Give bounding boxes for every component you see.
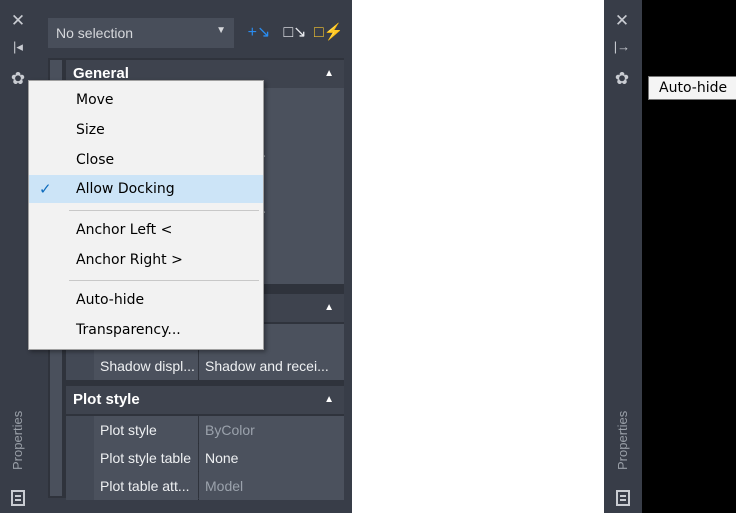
menu-item-auto-hide[interactable]: Auto-hide: [29, 286, 263, 314]
menu-item-label: Anchor Right >: [76, 252, 183, 268]
row-value[interactable]: ByColor: [199, 416, 344, 444]
row-name: Shadow displ...: [94, 352, 198, 380]
menu-item-label: Allow Docking: [76, 181, 175, 197]
menu-separator: [69, 210, 259, 211]
palette-context-menu: Move Size Close ✓ Allow Docking Anchor L…: [28, 80, 264, 350]
collapse-icon[interactable]: ▲: [324, 386, 334, 414]
menu-separator: [69, 280, 259, 281]
row-indent: [66, 444, 94, 472]
collapse-icon[interactable]: ▲: [324, 60, 334, 88]
property-row-plot-style[interactable]: Plot style ByColor: [66, 416, 344, 444]
menu-item-size[interactable]: Size: [29, 116, 263, 144]
menu-item-transparency[interactable]: Transparency...: [29, 316, 263, 344]
section-plot-style[interactable]: Plot style ▲: [66, 386, 344, 414]
row-name: Plot style table: [94, 444, 198, 472]
close-icon[interactable]: ✕: [6, 10, 30, 32]
palette-title-strip[interactable]: ✕ |→ ✿ Properties: [604, 0, 642, 513]
menu-item-close[interactable]: Close: [29, 146, 263, 174]
select-objects-icon[interactable]: □↘: [282, 21, 308, 45]
row-name: Plot table att...: [94, 472, 198, 500]
selection-dropdown[interactable]: No selection ▼: [48, 18, 234, 48]
section-plot-style-title: Plot style: [73, 391, 140, 408]
row-indent: [66, 352, 94, 380]
properties-palette-icon: [616, 490, 630, 506]
palette-title: Properties: [615, 410, 630, 470]
row-value[interactable]: Model: [199, 472, 344, 500]
menu-item-anchor-left[interactable]: Anchor Left <: [29, 216, 263, 244]
properties-palette-autohidden: ✕ |→ ✿ Properties Auto-hide: [604, 0, 736, 513]
settings-icon[interactable]: ✿: [6, 68, 30, 90]
property-row-shadow-display[interactable]: Shadow displ... Shadow and recei...: [66, 352, 344, 380]
row-indent: [66, 416, 94, 444]
menu-item-label: Move: [76, 92, 114, 108]
quickselect-icon[interactable]: +↘: [246, 21, 272, 45]
collapse-icon[interactable]: ▲: [324, 294, 334, 322]
menu-item-move[interactable]: Move: [29, 86, 263, 114]
properties-palette-floating: ✕ |◂ ✿ Properties No selection ▼ +↘ □↘ □…: [0, 0, 352, 513]
chevron-down-icon: ▼: [216, 25, 226, 36]
row-value[interactable]: None: [199, 444, 344, 472]
selection-dropdown-value: No selection: [56, 25, 134, 41]
autohide-icon[interactable]: |→: [610, 36, 634, 58]
checkmark-icon: ✓: [39, 180, 52, 198]
row-indent: [66, 472, 94, 500]
row-name: Plot style: [94, 416, 198, 444]
menu-item-label: Auto-hide: [76, 292, 145, 308]
property-row-plot-table-attached[interactable]: Plot table att... Model: [66, 472, 344, 500]
menu-item-label: Close: [76, 152, 115, 168]
menu-item-anchor-right[interactable]: Anchor Right >: [29, 246, 263, 274]
property-row-plot-style-table[interactable]: Plot style table None: [66, 444, 344, 472]
settings-icon[interactable]: ✿: [610, 68, 634, 90]
palette-title: Properties: [10, 410, 25, 470]
close-icon[interactable]: ✕: [610, 10, 634, 32]
menu-item-label: Size: [76, 122, 105, 138]
toggle-pickadd-icon[interactable]: □⚡: [314, 21, 344, 45]
menu-item-label: Anchor Left <: [76, 222, 173, 238]
row-value[interactable]: Shadow and recei...: [199, 352, 344, 380]
auto-hide-tooltip: Auto-hide: [648, 76, 736, 100]
autohide-icon[interactable]: |◂: [6, 36, 30, 58]
menu-item-label: Transparency...: [76, 322, 181, 338]
properties-palette-icon: [11, 490, 25, 506]
menu-item-allow-docking[interactable]: ✓ Allow Docking: [29, 175, 263, 203]
